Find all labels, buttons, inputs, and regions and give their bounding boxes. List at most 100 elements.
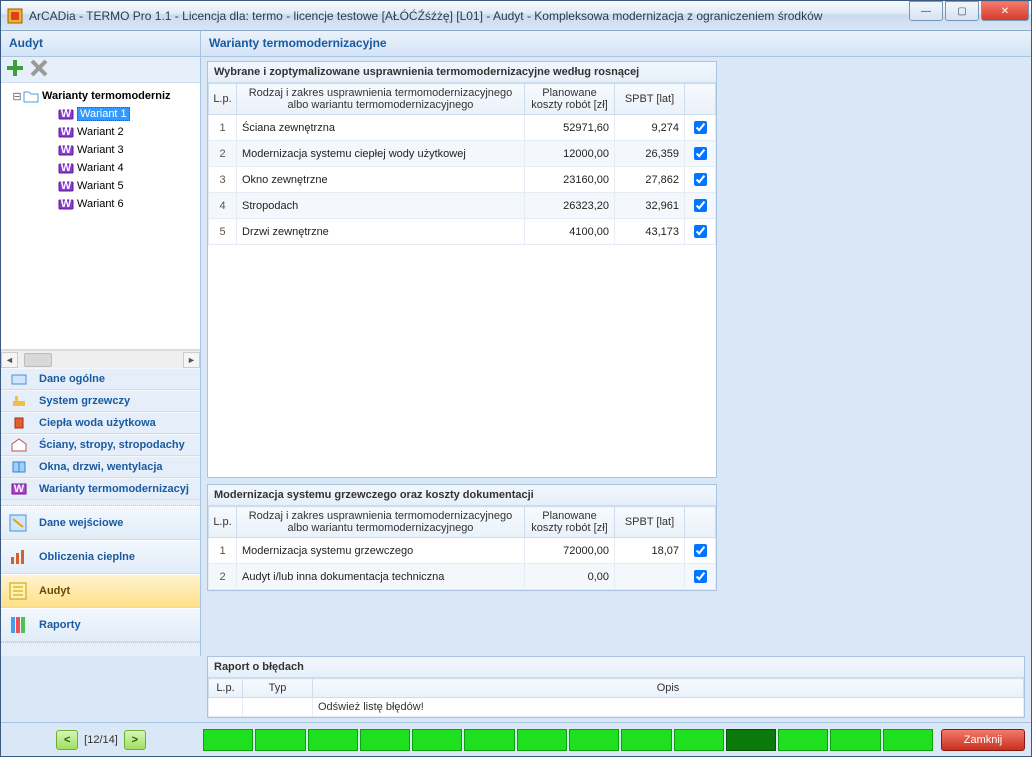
- table-row[interactable]: 1Ściana zewnętrzna52971,609,274: [209, 115, 716, 141]
- row-index: 2: [209, 564, 237, 590]
- column-header[interactable]: Opis: [313, 679, 1024, 698]
- table-heating[interactable]: L.p.Rodzaj i zakres usprawnienia termomo…: [208, 506, 716, 590]
- tree-hscrollbar[interactable]: ◄ ►: [1, 350, 200, 368]
- footer-bar: < [12/14] > Zamknij: [1, 722, 1031, 756]
- column-header[interactable]: SPBT [lat]: [615, 507, 685, 538]
- table-row[interactable]: 2Audyt i/lub inna dokumentacja techniczn…: [209, 564, 716, 590]
- svg-text:W: W: [61, 162, 72, 174]
- progress-segment[interactable]: [464, 729, 514, 751]
- sidebar-nav-item[interactable]: System grzewczy: [1, 390, 200, 412]
- table-row[interactable]: 4Stropodach26323,2032,961: [209, 193, 716, 219]
- app-icon: [7, 8, 23, 24]
- progress-segment[interactable]: [830, 729, 880, 751]
- row-cost: 4100,00: [525, 219, 615, 245]
- column-header[interactable]: Rodzaj i zakres usprawnienia termomodern…: [237, 507, 525, 538]
- column-header[interactable]: L.p.: [209, 84, 237, 115]
- nav-item-label: Okna, drzwi, wentylacja: [39, 461, 163, 473]
- panel-error-report: Raport o błędach L.p.TypOpis Odśwież lis…: [207, 656, 1025, 718]
- sidebar-nav-item[interactable]: Okna, drzwi, wentylacja: [1, 456, 200, 478]
- progress-segment[interactable]: [203, 729, 253, 751]
- row-spbt: 27,862: [615, 167, 685, 193]
- row-checkbox[interactable]: [694, 199, 707, 212]
- progress-segment[interactable]: [726, 729, 776, 751]
- sidebar-section-button[interactable]: Raporty: [1, 608, 200, 642]
- progress-segment[interactable]: [621, 729, 671, 751]
- column-header[interactable]: Planowane koszty robót [zł]: [525, 507, 615, 538]
- column-header[interactable]: Planowane koszty robót [zł]: [525, 84, 615, 115]
- row-checkbox[interactable]: [694, 147, 707, 160]
- table-row[interactable]: 2Modernizacja systemu ciepłej wody użytk…: [209, 141, 716, 167]
- row-checkbox[interactable]: [694, 570, 707, 583]
- nav-item-label: Dane ogólne: [39, 373, 105, 385]
- row-spbt: 26,359: [615, 141, 685, 167]
- column-header[interactable]: Rodzaj i zakres usprawnienia termomodern…: [237, 84, 525, 115]
- sidebar-nav-item[interactable]: Dane ogólne: [1, 368, 200, 390]
- row-cost: 23160,00: [525, 167, 615, 193]
- column-header[interactable]: [685, 507, 716, 538]
- scroll-thumb[interactable]: [24, 353, 52, 367]
- row-spbt: 9,274: [615, 115, 685, 141]
- row-checkbox[interactable]: [694, 225, 707, 238]
- tree-item[interactable]: WWariant 2: [3, 123, 198, 141]
- tree-item[interactable]: WWariant 4: [3, 159, 198, 177]
- table-row[interactable]: 1Modernizacja systemu grzewczego72000,00…: [209, 538, 716, 564]
- column-header[interactable]: SPBT [lat]: [615, 84, 685, 115]
- progress-segment[interactable]: [674, 729, 724, 751]
- column-header[interactable]: L.p.: [209, 507, 237, 538]
- row-spbt: 43,173: [615, 219, 685, 245]
- progress-segment[interactable]: [255, 729, 305, 751]
- row-spbt: 18,07: [615, 538, 685, 564]
- progress-segment[interactable]: [569, 729, 619, 751]
- content-area: Wybrane i zoptymalizowane usprawnienia t…: [201, 57, 1031, 656]
- row-checkbox[interactable]: [694, 121, 707, 134]
- row-checkbox[interactable]: [694, 544, 707, 557]
- delete-icon[interactable]: [29, 58, 49, 81]
- progress-segment[interactable]: [883, 729, 933, 751]
- sidebar-section-button[interactable]: Obliczenia cieplne: [1, 540, 200, 574]
- titlebar[interactable]: ArCADia - TERMO Pro 1.1 - Licencja dla: …: [1, 1, 1031, 31]
- maximize-button[interactable]: ▢: [945, 1, 979, 21]
- row-cost: 12000,00: [525, 141, 615, 167]
- section-label: Obliczenia cieplne: [39, 551, 135, 563]
- tree-item[interactable]: WWariant 3: [3, 141, 198, 159]
- tree-view[interactable]: ⊟ Warianty termomoderniz WWariant 1WWari…: [1, 83, 200, 350]
- progress-segment[interactable]: [778, 729, 828, 751]
- pager-prev-button[interactable]: <: [56, 730, 78, 750]
- row-cost: 72000,00: [525, 538, 615, 564]
- progress-segment[interactable]: [308, 729, 358, 751]
- scroll-left-icon[interactable]: ◄: [1, 352, 18, 368]
- progress-segment[interactable]: [517, 729, 567, 751]
- table-row[interactable]: 5Drzwi zewnętrzne4100,0043,173: [209, 219, 716, 245]
- progress-segment[interactable]: [360, 729, 410, 751]
- error-refresh-message: Odśwież listę błędów!: [313, 698, 1024, 717]
- sidebar-nav-item[interactable]: Ciepła woda użytkowa: [1, 412, 200, 434]
- progress-segment[interactable]: [412, 729, 462, 751]
- sidebar: ⊟ Warianty termomoderniz WWariant 1WWari…: [1, 57, 201, 656]
- svg-text:W: W: [61, 108, 72, 120]
- tree-item[interactable]: WWariant 6: [3, 195, 198, 213]
- sidebar-nav-item[interactable]: WWarianty termomodernizacyj: [1, 478, 200, 500]
- tree-item[interactable]: WWariant 5: [3, 177, 198, 195]
- svg-text:W: W: [14, 483, 25, 495]
- sidebar-nav-item[interactable]: Ściany, stropy, stropodachy: [1, 434, 200, 456]
- table-improvements[interactable]: L.p.Rodzaj i zakres usprawnienia termomo…: [208, 83, 716, 245]
- row-index: 5: [209, 219, 237, 245]
- tree-item[interactable]: WWariant 1: [3, 105, 198, 123]
- tree-root[interactable]: ⊟ Warianty termomoderniz: [3, 87, 198, 105]
- pager-next-button[interactable]: >: [124, 730, 146, 750]
- sidebar-section-button[interactable]: Audyt: [1, 574, 200, 608]
- column-header[interactable]: L.p.: [209, 679, 243, 698]
- close-button[interactable]: Zamknij: [941, 729, 1025, 751]
- row-checkbox[interactable]: [694, 173, 707, 186]
- table-errors[interactable]: L.p.TypOpis Odśwież listę błędów!: [208, 678, 1024, 717]
- add-icon[interactable]: [5, 58, 25, 81]
- table-row[interactable]: 3Okno zewnętrzne23160,0027,862: [209, 167, 716, 193]
- minimize-button[interactable]: —: [909, 1, 943, 21]
- column-header[interactable]: [685, 84, 716, 115]
- sidebar-section-button[interactable]: Dane wejściowe: [1, 506, 200, 540]
- close-window-button[interactable]: ✕: [981, 1, 1029, 21]
- column-header[interactable]: Typ: [243, 679, 313, 698]
- section-label: Raporty: [39, 619, 81, 631]
- scroll-right-icon[interactable]: ►: [183, 352, 200, 368]
- svg-text:W: W: [61, 126, 72, 138]
